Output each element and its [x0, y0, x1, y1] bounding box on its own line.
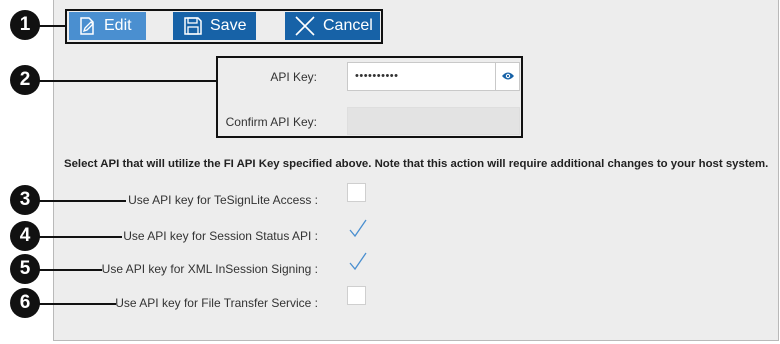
reveal-key-button[interactable]: [495, 62, 520, 91]
settings-panel: [53, 0, 779, 341]
option-label-file-transfer: Use API key for File Transfer Service :: [115, 296, 318, 310]
api-selection-notice: Select API that will utilize the FI API …: [64, 158, 769, 170]
callout-leader: [38, 80, 218, 82]
checkmark-icon: [347, 219, 369, 244]
callout-5: 5: [10, 254, 40, 284]
callout-leader: [38, 303, 116, 305]
eye-icon: [501, 68, 515, 86]
confirm-api-key-label: Confirm API Key:: [225, 115, 317, 129]
edit-button-label: Edit: [104, 17, 132, 34]
option-label-xml-insession: Use API key for XML InSession Signing :: [101, 262, 318, 276]
save-button-label: Save: [210, 17, 247, 34]
callout-leader: [38, 236, 122, 238]
callout-leader: [38, 200, 126, 202]
callout-2: 2: [10, 65, 40, 95]
checkbox-file-transfer[interactable]: [347, 286, 366, 305]
save-button[interactable]: Save: [173, 12, 256, 40]
callout-3: 3: [10, 185, 40, 215]
edit-button[interactable]: Edit: [69, 12, 146, 40]
callout-1: 1: [10, 10, 40, 40]
cancel-button-label: Cancel: [323, 17, 373, 34]
save-icon: [183, 16, 203, 36]
cancel-button[interactable]: Cancel: [285, 12, 380, 40]
close-icon: [294, 15, 316, 37]
callout-leader: [38, 25, 66, 27]
api-key-label: API Key:: [270, 70, 317, 84]
callout-6: 6: [10, 288, 40, 318]
checkbox-tesignlite[interactable]: [347, 183, 366, 202]
option-label-tesignlite: Use API key for TeSignLite Access :: [128, 193, 318, 207]
edit-icon: [79, 16, 97, 36]
option-label-session-status: Use API key for Session Status API :: [123, 229, 318, 243]
callout-4: 4: [10, 221, 40, 251]
confirm-api-key-input[interactable]: [347, 107, 520, 135]
checkbox-xml-insession[interactable]: [347, 251, 369, 273]
callout-leader: [38, 269, 102, 271]
checkbox-session-status[interactable]: [347, 218, 369, 240]
checkmark-icon: [347, 252, 369, 277]
api-key-input[interactable]: ••••••••••: [347, 62, 495, 91]
